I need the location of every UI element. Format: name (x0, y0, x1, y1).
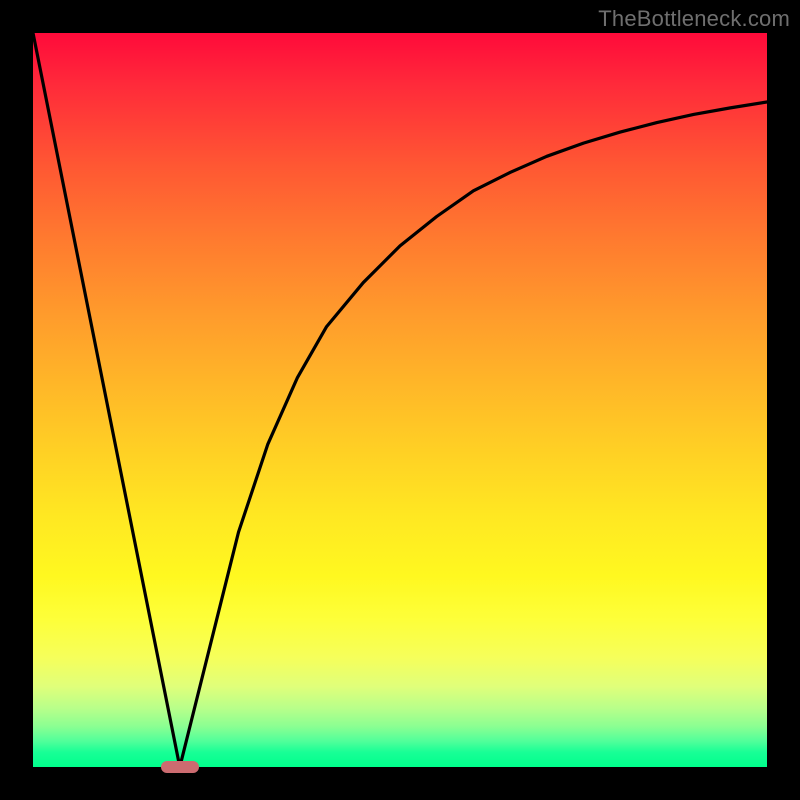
optimal-marker (161, 761, 199, 773)
bottleneck-curve (33, 33, 767, 767)
watermark-text: TheBottleneck.com (598, 6, 790, 32)
chart-frame: TheBottleneck.com (0, 0, 800, 800)
plot-area (33, 33, 767, 767)
curve-svg (33, 33, 767, 767)
